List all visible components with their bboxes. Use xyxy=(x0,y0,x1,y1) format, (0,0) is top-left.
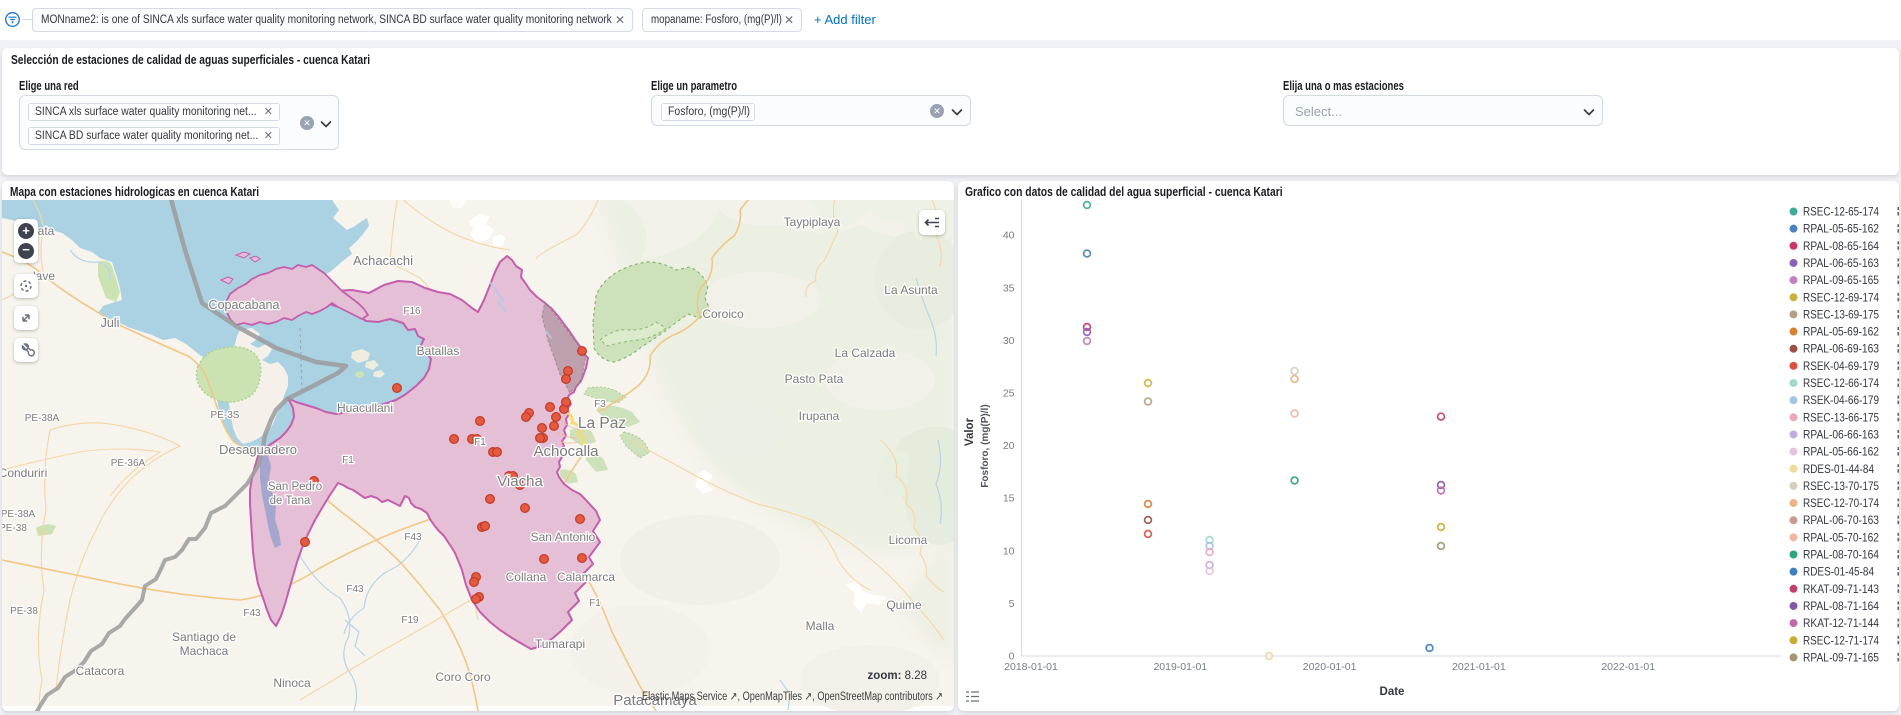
svg-text:RSEC-12-71-174: RSEC-12-71-174 xyxy=(1803,635,1880,647)
svg-text:Collana: Collana xyxy=(506,570,547,584)
svg-text:RSEC-13-66-175: RSEC-13-66-175 xyxy=(1803,412,1879,424)
svg-text:RPAL-06-69-163: RPAL-06-69-163 xyxy=(1803,344,1879,356)
svg-text:Valor: Valor xyxy=(964,417,976,446)
svg-text:RSEC-12-66-174: RSEC-12-66-174 xyxy=(1803,378,1880,390)
svg-text:RSEC-12-69-174: RSEC-12-69-174 xyxy=(1803,292,1880,304)
svg-text:RPAL-05-65-162: RPAL-05-65-162 xyxy=(1803,224,1879,236)
svg-text:Viacha: Viacha xyxy=(497,473,543,490)
svg-text:F1: F1 xyxy=(589,598,601,609)
svg-text:PE-38A: PE-38A xyxy=(2,509,36,520)
svg-text:Coroico: Coroico xyxy=(702,307,744,321)
svg-text:Tumarapi: Tumarapi xyxy=(535,637,585,651)
svg-text:F3: F3 xyxy=(594,399,606,410)
svg-text:RDES-01-45-84: RDES-01-45-84 xyxy=(1803,567,1875,579)
svg-text:35: 35 xyxy=(1003,282,1015,294)
svg-text:2020-01-01: 2020-01-01 xyxy=(1303,661,1357,673)
svg-text:San Antonio: San Antonio xyxy=(531,530,596,544)
svg-text:RPAL-06-65-163: RPAL-06-65-163 xyxy=(1803,258,1879,270)
svg-text:25: 25 xyxy=(1003,388,1015,400)
svg-text:RSEC-12-65-174: RSEC-12-65-174 xyxy=(1803,207,1880,219)
svg-text:F16: F16 xyxy=(403,306,421,317)
svg-text:40: 40 xyxy=(1003,230,1015,242)
svg-text:Ninoca: Ninoca xyxy=(273,676,311,690)
svg-text:2021-01-01: 2021-01-01 xyxy=(1452,661,1506,673)
svg-text:RPAL-06-66-163: RPAL-06-66-163 xyxy=(1803,429,1879,441)
svg-text:RKAT-09-71-143: RKAT-09-71-143 xyxy=(1803,584,1879,596)
svg-text:RPAL-05-66-162: RPAL-05-66-162 xyxy=(1803,447,1879,459)
svg-text:PE-38: PE-38 xyxy=(10,606,38,617)
svg-text:Irupana: Irupana xyxy=(799,409,840,423)
svg-text:PE-3S: PE-3S xyxy=(211,410,240,421)
svg-text:F19: F19 xyxy=(401,615,419,626)
svg-text:Huacullani: Huacullani xyxy=(337,401,393,415)
svg-text:RDES-01-44-84: RDES-01-44-84 xyxy=(1803,464,1875,476)
svg-text:Malla: Malla xyxy=(806,619,835,633)
svg-text:RSEC-13-69-175: RSEC-13-69-175 xyxy=(1803,309,1879,321)
svg-text:20: 20 xyxy=(1003,440,1015,452)
svg-text:Catacora: Catacora xyxy=(76,664,125,678)
svg-text:RSEK-04-66-179: RSEK-04-66-179 xyxy=(1803,395,1879,407)
svg-text:Fosforo, (mg(P)/l): Fosforo, (mg(P)/l) xyxy=(980,404,991,487)
svg-text:Conduriri: Conduriri xyxy=(2,466,47,480)
svg-text:RSEK-04-69-179: RSEK-04-69-179 xyxy=(1803,361,1879,373)
svg-text:RPAL-08-70-164: RPAL-08-70-164 xyxy=(1803,550,1880,562)
svg-text:Achacachi: Achacachi xyxy=(353,253,413,268)
svg-text:Copacabana: Copacabana xyxy=(209,298,280,312)
svg-text:F43: F43 xyxy=(243,608,261,619)
svg-text:La Asunta: La Asunta xyxy=(884,283,938,297)
svg-text:F43: F43 xyxy=(346,584,364,595)
svg-text:PE-36A: PE-36A xyxy=(111,458,146,469)
svg-text:de Tana: de Tana xyxy=(270,495,311,507)
svg-text:Achocalla: Achocalla xyxy=(533,443,599,460)
svg-text:zoom: 8.28: zoom: 8.28 xyxy=(868,670,927,682)
svg-text:Calamarca: Calamarca xyxy=(557,570,615,584)
svg-text:RPAL-08-71-164: RPAL-08-71-164 xyxy=(1803,601,1880,613)
svg-text:RSEC-13-70-175: RSEC-13-70-175 xyxy=(1803,481,1879,493)
svg-text:Quime: Quime xyxy=(886,598,922,612)
svg-text:15: 15 xyxy=(1003,493,1015,505)
svg-text:5: 5 xyxy=(1009,598,1015,610)
svg-text:RKAT-12-71-144: RKAT-12-71-144 xyxy=(1803,618,1880,630)
svg-text:Licoma: Licoma xyxy=(889,533,928,547)
svg-text:Santiago de: Santiago de xyxy=(172,630,236,644)
svg-text:F1: F1 xyxy=(342,455,354,466)
svg-text:10: 10 xyxy=(1003,545,1015,557)
svg-text:2019-01-01: 2019-01-01 xyxy=(1153,661,1207,673)
svg-text:2018-01-01: 2018-01-01 xyxy=(1004,661,1058,673)
svg-text:Date: Date xyxy=(1380,686,1405,698)
svg-text:Taypiplaya: Taypiplaya xyxy=(784,215,841,229)
svg-text:RPAL-09-65-165: RPAL-09-65-165 xyxy=(1803,275,1879,287)
svg-text:Coro Coro: Coro Coro xyxy=(435,670,491,684)
svg-text:RPAL-05-70-162: RPAL-05-70-162 xyxy=(1803,532,1879,544)
svg-text:Batallas: Batallas xyxy=(417,344,460,358)
svg-text:2022-01-01: 2022-01-01 xyxy=(1601,661,1655,673)
svg-text:RSEC-12-70-174: RSEC-12-70-174 xyxy=(1803,498,1880,510)
svg-text:Elastic Maps Service ↗, OpenMa: Elastic Maps Service ↗, OpenMapTiles ↗, … xyxy=(642,691,943,703)
svg-text:RPAL-06-70-163: RPAL-06-70-163 xyxy=(1803,515,1879,527)
svg-text:RPAL-09-71-165: RPAL-09-71-165 xyxy=(1803,652,1879,664)
svg-text:San Pedro: San Pedro xyxy=(268,481,322,493)
svg-text:Juli: Juli xyxy=(101,316,120,330)
svg-text:PE-38: PE-38 xyxy=(2,523,27,534)
svg-text:30: 30 xyxy=(1003,335,1015,347)
svg-text:Desaguadero: Desaguadero xyxy=(219,442,297,457)
svg-text:Machaca: Machaca xyxy=(180,644,229,658)
svg-text:F1: F1 xyxy=(474,437,486,448)
svg-text:La Paz: La Paz xyxy=(578,415,626,432)
svg-text:Pasto Pata: Pasto Pata xyxy=(785,372,844,386)
svg-text:RPAL-05-69-162: RPAL-05-69-162 xyxy=(1803,327,1879,339)
svg-text:PE-38A: PE-38A xyxy=(25,413,60,424)
svg-text:RPAL-08-65-164: RPAL-08-65-164 xyxy=(1803,241,1880,253)
svg-text:F43: F43 xyxy=(404,532,422,543)
svg-text:La Calzada: La Calzada xyxy=(835,346,896,360)
